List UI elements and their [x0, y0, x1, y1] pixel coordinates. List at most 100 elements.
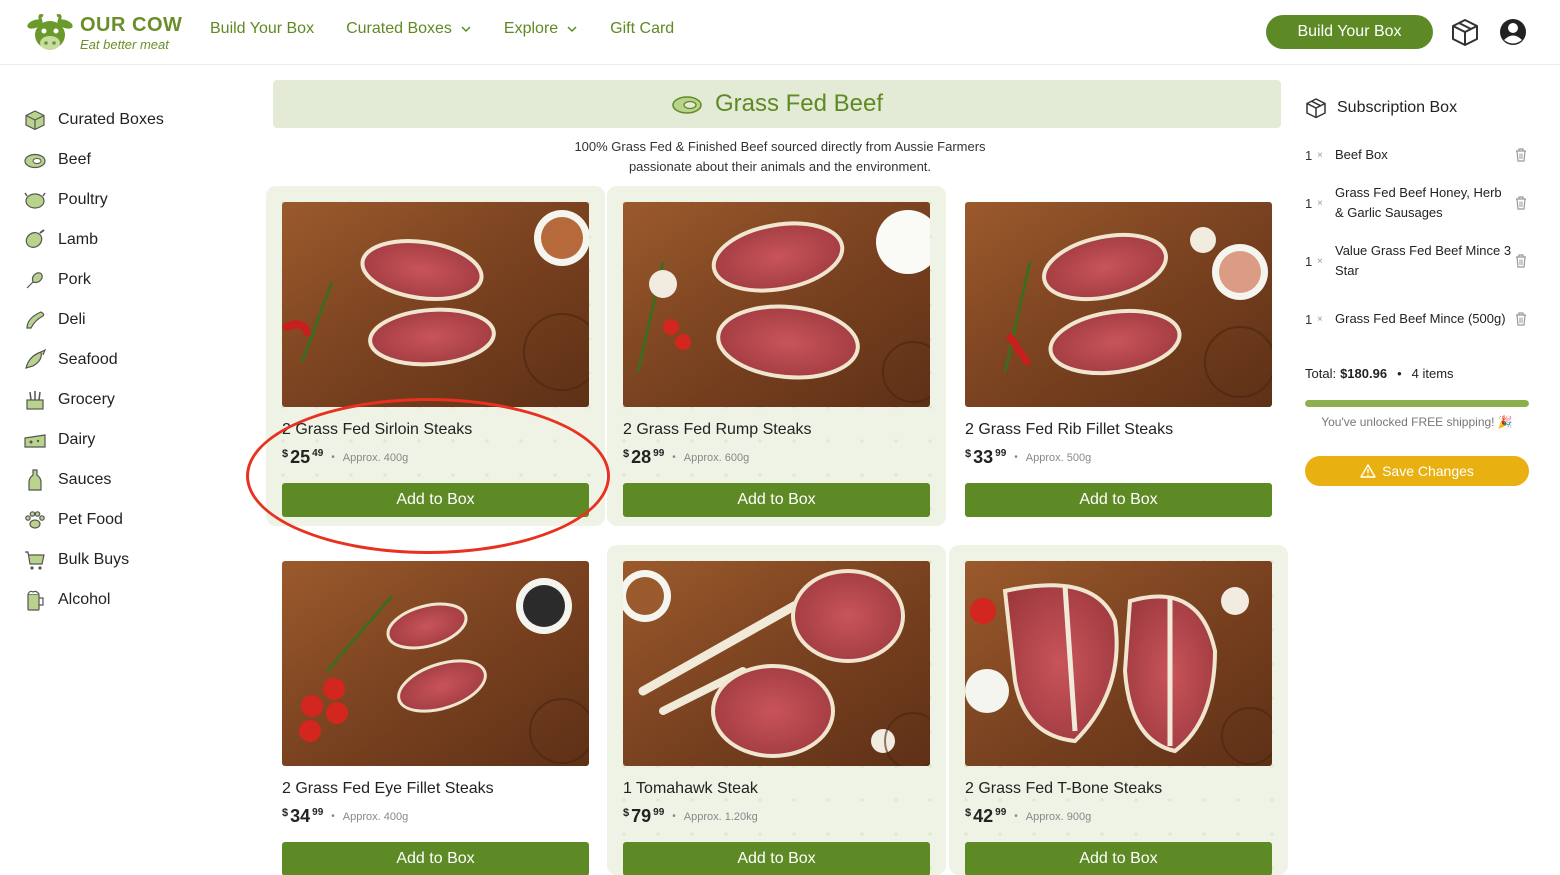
- description-line: passionate about their animals and the e…: [628, 159, 932, 174]
- product-name[interactable]: 2 Grass Fed Rib Fillet Steaks: [965, 421, 1272, 441]
- price-dollars: 33: [973, 447, 994, 467]
- price-currency: $: [282, 448, 289, 460]
- product-name[interactable]: 2 Grass Fed Rump Steaks: [623, 421, 930, 441]
- price-cents: 99: [995, 807, 1007, 818]
- item-count: 4 items: [1411, 366, 1454, 381]
- total-value: $180.96: [1340, 366, 1388, 381]
- price-cents: 99: [653, 448, 665, 459]
- user-account-icon[interactable]: [1498, 17, 1528, 47]
- price-currency: $: [965, 448, 972, 460]
- price-dollars: 34: [290, 806, 311, 826]
- product-image[interactable]: [965, 202, 1272, 407]
- sidebar-item-poultry[interactable]: Poultry: [22, 180, 222, 220]
- chicken-icon: [24, 192, 46, 209]
- sidebar-item-beef[interactable]: Beef: [22, 140, 222, 180]
- item-name: Beef Box: [1335, 147, 1388, 162]
- product-name[interactable]: 1 Tomahawk Steak: [623, 780, 930, 800]
- subscription-item: 1 × Beef Box: [1305, 145, 1529, 165]
- beer-icon: [27, 590, 44, 611]
- separator-dot: •: [672, 811, 676, 822]
- category-title: Grass Fed Beef: [714, 90, 884, 117]
- add-to-box-button[interactable]: Add to Box: [282, 483, 589, 517]
- save-label: Save Changes: [1382, 463, 1474, 479]
- sidebar-item-lamb[interactable]: Lamb: [22, 220, 222, 260]
- sidebar-item-label: Grocery: [58, 391, 115, 408]
- price-dollars: 28: [631, 447, 652, 467]
- price-cents: 99: [653, 807, 665, 818]
- trash-icon[interactable]: [1513, 195, 1529, 211]
- product-card: 2 Grass Fed Rump Steaks $ 28 99 • Approx…: [623, 202, 930, 517]
- brand-logo[interactable]: OUR COW Eat better meat: [26, 10, 186, 56]
- price-currency: $: [965, 807, 972, 819]
- add-to-box-button[interactable]: Add to Box: [965, 483, 1272, 517]
- sidebar-item-sauces[interactable]: Sauces: [22, 460, 222, 500]
- progress-fill: [1305, 400, 1529, 407]
- product-card: 2 Grass Fed Eye Fillet Steaks $ 34 99 • …: [282, 561, 589, 875]
- product-image[interactable]: [623, 561, 930, 766]
- nav-explore[interactable]: Explore: [504, 20, 578, 38]
- save-changes-button[interactable]: Save Changes: [1305, 456, 1529, 486]
- sidebar-item-label: Curated Boxes: [58, 111, 164, 128]
- product-image[interactable]: [282, 202, 589, 407]
- item-qty: 1: [1305, 147, 1313, 163]
- sidebar-item-label: Seafood: [58, 351, 118, 368]
- sidebar-item-pet-food[interactable]: Pet Food: [22, 500, 222, 540]
- add-to-box-button[interactable]: Add to Box: [623, 483, 930, 517]
- item-qty: 1: [1305, 195, 1313, 211]
- add-to-box-button[interactable]: Add to Box: [282, 842, 589, 875]
- product-price: $ 33 99 • Approx. 500g: [965, 447, 1272, 469]
- separator-dot: •: [1014, 811, 1018, 822]
- sidebar-item-grocery[interactable]: Grocery: [22, 380, 222, 420]
- nav-gift-card[interactable]: Gift Card: [610, 20, 674, 38]
- chevron-down-icon: [567, 26, 577, 33]
- sidebar-item-pork[interactable]: Pork: [22, 260, 222, 300]
- paw-icon: [25, 511, 45, 529]
- product-name[interactable]: 2 Grass Fed Eye Fillet Steaks: [282, 780, 589, 800]
- sidebar-item-bulk-buys[interactable]: Bulk Buys: [22, 540, 222, 580]
- trash-icon[interactable]: [1513, 253, 1529, 269]
- sidebar-item-deli[interactable]: Deli: [22, 300, 222, 340]
- steak-icon: [24, 153, 46, 169]
- nav-build-your-box[interactable]: Build Your Box: [210, 20, 314, 38]
- sidebar-item-label: Deli: [58, 311, 86, 328]
- product-name[interactable]: 2 Grass Fed T-Bone Steaks: [965, 780, 1272, 800]
- product-image[interactable]: [623, 202, 930, 407]
- site-header: OUR COW Eat better meat Build Your Box C…: [0, 0, 1560, 65]
- box-cart-icon[interactable]: [1450, 17, 1480, 47]
- header-build-box-button[interactable]: Build Your Box: [1266, 15, 1433, 49]
- product-image[interactable]: [282, 561, 589, 766]
- subscription-item: 1 × Grass Fed Beef Mince (500g): [1305, 299, 1529, 339]
- sidebar-item-label: Poultry: [58, 191, 108, 208]
- sidebar-item-alcohol[interactable]: Alcohol: [22, 580, 222, 620]
- sidebar-item-seafood[interactable]: Seafood: [22, 340, 222, 380]
- nav-label: Gift Card: [610, 20, 675, 37]
- cart-icon: [25, 551, 45, 570]
- add-to-box-button[interactable]: Add to Box: [965, 842, 1272, 875]
- chevron-down-icon: [461, 26, 471, 33]
- trash-icon[interactable]: [1513, 147, 1529, 163]
- description-line: 100% Grass Fed & Finished Beef sourced d…: [574, 139, 986, 154]
- trash-icon[interactable]: [1513, 311, 1529, 327]
- nav-label: Build Your Box: [210, 20, 315, 37]
- pork-icon: [26, 272, 43, 289]
- price-dollars: 42: [973, 806, 994, 826]
- product-weight: Approx. 400g: [342, 811, 409, 823]
- product-name[interactable]: 2 Grass Fed Sirloin Steaks: [282, 421, 589, 441]
- times-symbol: ×: [1317, 255, 1323, 267]
- product-image[interactable]: [965, 561, 1272, 766]
- separator-dot: •: [1397, 366, 1402, 381]
- main-nav: Build Your Box Curated Boxes Explore Gif…: [210, 20, 674, 38]
- box-icon: [1306, 98, 1326, 119]
- nav-curated-boxes[interactable]: Curated Boxes: [346, 20, 472, 38]
- product-price: $ 42 99 • Approx. 900g: [965, 806, 1272, 828]
- sidebar-item-dairy[interactable]: Dairy: [22, 420, 222, 460]
- item-qty: 1: [1305, 253, 1313, 269]
- add-to-box-button[interactable]: Add to Box: [623, 842, 930, 875]
- product-price: $ 79 99 • Approx. 1.20kg: [623, 806, 930, 828]
- sidebar-item-curated-boxes[interactable]: Curated Boxes: [22, 100, 222, 140]
- item-name: Grass Fed Beef Mince (500g): [1335, 311, 1506, 326]
- times-symbol: ×: [1317, 313, 1323, 325]
- item-name: Value Grass Fed Beef Mince 3 Star: [1335, 243, 1512, 278]
- product-card: 2 Grass Fed Sirloin Steaks $ 25 49 • App…: [282, 202, 589, 517]
- shipping-message: You've unlocked FREE shipping! 🎉: [1321, 415, 1513, 429]
